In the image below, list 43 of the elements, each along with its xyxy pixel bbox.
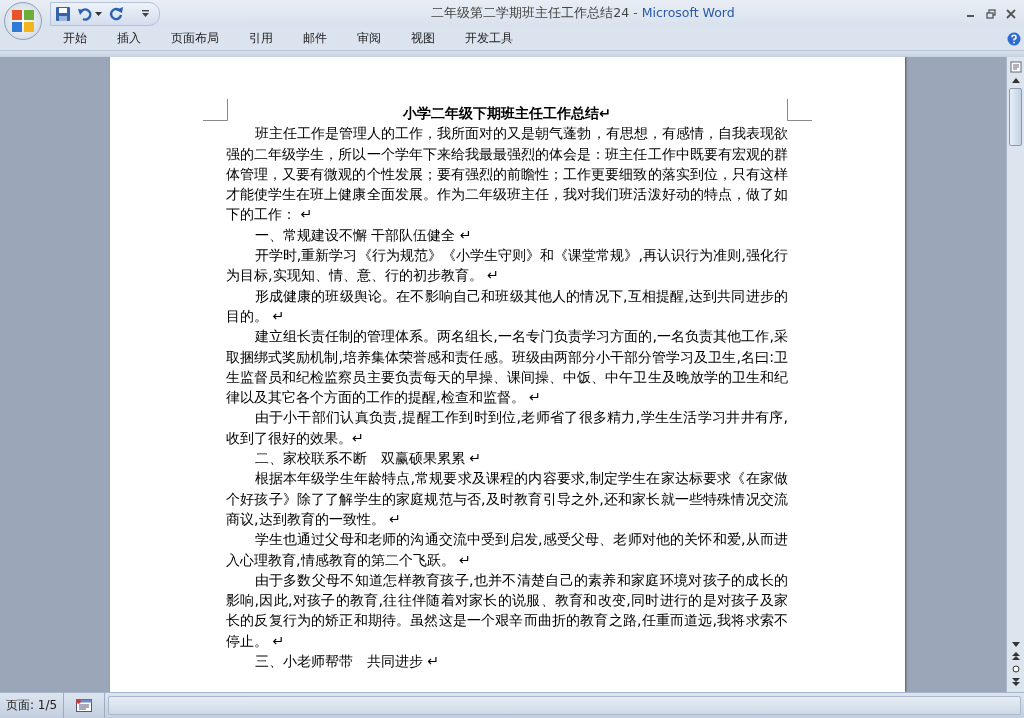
ribbon-tab[interactable]: 邮件 <box>288 28 342 49</box>
paragraph: 根据本年级学生年龄特点,常规要求及课程的内容要求,制定学生在家达标要求《在家做个好孩子》除了了解学生的家庭规范与否,及时教育引导之外,还和家长就一些特殊情况交流商议,达到教育的一致性。 ↵ <box>226 469 788 529</box>
previous-page-icon[interactable] <box>1011 652 1020 660</box>
paragraph: 开学时,重新学习《行为规范》《小学生守则》和《课堂常规》,再认识行为准则,强化行为目标,实现知、情、意、行的初步教育。 ↵ <box>226 246 788 286</box>
document-title: 小学二年级下期班主任工作总结↵ <box>402 104 612 123</box>
margin-mark-icon <box>202 99 228 121</box>
paragraph: 由于小干部们认真负责,提醒工作到时到位,老师省了很多精力,学生生活学习井井有序,收到了很好的效果。↵ <box>226 408 788 448</box>
help-icon[interactable] <box>1007 31 1021 46</box>
redo-icon[interactable] <box>108 5 124 22</box>
macro-record-icon[interactable] <box>76 699 93 712</box>
window-title: 二年级第二学期班主任工作总结24 <box>431 5 630 20</box>
paragraph: 由于多数父母不知道怎样教育孩子,也并不清楚自己的素养和家庭环境对孩子的成长的影响,因此,对孩子的教育,往往伴随着对家长的说服、教育和改变,同时进行的是对孩子及家长的反复行为的矫正和期待。虽然这是一个艰辛而曲折的教育之路,任重而道远,我将求索不停止。 ↵ <box>226 570 788 651</box>
paragraph: 学生也通过父母和老师的沟通交流中受到启发,感受父母、老师对他的关怀和爱,从而进入心理教育,情感教育的第二个飞跃。 ↵ <box>226 530 788 570</box>
dropdown-caret-icon[interactable] <box>95 11 102 16</box>
ribbon-tab[interactable]: 引用 <box>234 28 288 49</box>
scroll-thumb[interactable] <box>1009 88 1022 146</box>
paragraph: 建立组长责任制的管理体系。两名组长,一名专门负责学习方面的,一名负责其他工作,采取捆绑式奖励机制,培养集体荣誉感和责任感。班级由两部分小干部分管学习及卫生,名曰:卫生监督员和纪检监察员主要负责每天的早操、课间操、中饭、中午卫生及晚放学的卫生和纪律以及其它各个方面的工作的提醒,检查和监督。 ↵ <box>226 327 788 408</box>
paragraph: 三、小老师帮带 共同进步 ↵ <box>253 652 441 671</box>
margin-mark-icon <box>786 99 812 121</box>
paragraph: 一、常规建设不懈 干部队伍健全 ↵ <box>253 225 473 245</box>
customize-caret-icon[interactable] <box>142 10 149 17</box>
ribbon-tab[interactable]: 审阅 <box>342 28 396 49</box>
close-icon[interactable] <box>1006 8 1016 19</box>
page-count[interactable]: 页面: 1/5 <box>0 693 65 718</box>
vertical-scrollbar[interactable] <box>1006 57 1024 692</box>
ribbon-tab[interactable]: 页面布局 <box>156 28 234 49</box>
ribbon-tab[interactable]: 插入 <box>102 28 156 49</box>
undo-icon[interactable] <box>77 5 93 22</box>
next-page-icon[interactable] <box>1011 678 1020 686</box>
paragraph: 形成健康的班级舆论。在不影响自己和班级其他人的情况下,互相提醒,达到共同进步的目的。 ↵ <box>226 286 788 326</box>
office-button[interactable] <box>4 2 42 40</box>
ruler-toggle-icon[interactable] <box>1009 61 1022 73</box>
save-icon[interactable] <box>55 5 71 22</box>
app-name: - Microsoft Word <box>632 5 735 20</box>
browse-object-icon[interactable] <box>1011 665 1020 673</box>
scroll-down-icon[interactable] <box>1011 642 1020 647</box>
restore-icon[interactable] <box>986 8 996 19</box>
ribbon-tab[interactable]: 视图 <box>396 28 450 49</box>
ribbon-tab[interactable]: 开始 <box>48 28 102 49</box>
paragraph: 班主任工作是管理人的工作，我所面对的又是朝气蓬勃，有思想，有感情，自我表现欲强的二年级学生，所以一个学年下来给我最最强烈的体会是：班主任工作中既要有宏观的群体管理，又要有微观的个性发展；要有强烈的前瞻性；工作更要细致的落实到位，只有这样才能使学生在班上健康全面发展。作为二年级班主任，我对我们班活泼好动的特点，做了如下的工作： ↵ <box>226 124 788 225</box>
paragraph: 二、家校联系不断 双赢硕果累累 ↵ <box>253 449 483 469</box>
ribbon-tab[interactable]: 开发工具 <box>450 28 528 49</box>
scroll-up-icon[interactable] <box>1011 78 1020 83</box>
